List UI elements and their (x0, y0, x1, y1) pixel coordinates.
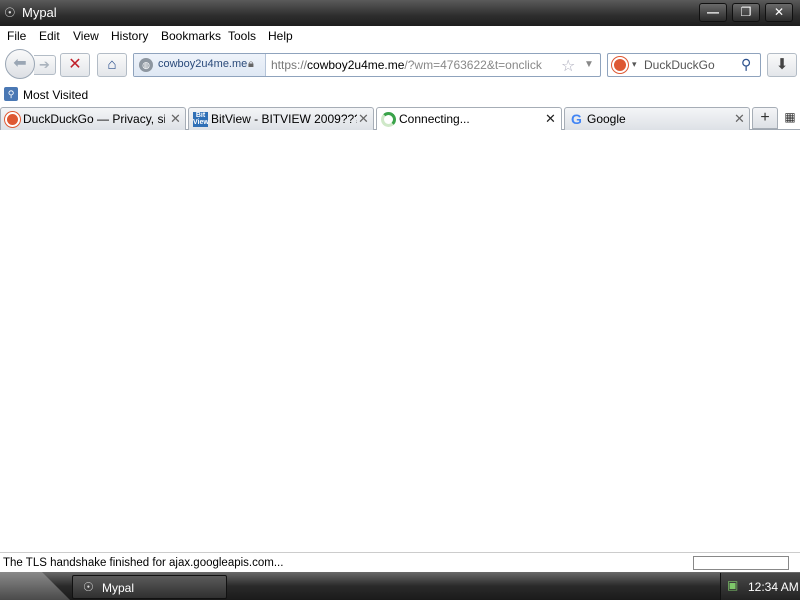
url-scheme: https:// (271, 58, 308, 72)
grid-icon: ▦ (784, 110, 796, 124)
clock[interactable]: 12:34 AM (748, 580, 799, 594)
taskbar-item-mypal[interactable]: ☉ Mypal (72, 575, 227, 599)
globe-icon: ◍ (139, 58, 153, 72)
bookmarks-toolbar: ⚲ Most Visited (0, 84, 800, 105)
search-icon[interactable]: ⚲ (741, 56, 751, 73)
tab-label: BitView - BITVIEW 2009?????? (211, 112, 357, 126)
system-tray: ▣ 12:34 AM (720, 573, 800, 600)
url-path: /?wm=4763622&t=onclick (404, 58, 542, 72)
forward-icon: ➔ (39, 57, 50, 72)
tab-close-icon[interactable]: ✕ (734, 111, 745, 127)
taskbar-item-label: Mypal (102, 581, 135, 595)
new-tab-button[interactable]: + (752, 107, 778, 129)
taskbar: ☉ Mypal ▣ 12:34 AM (0, 572, 800, 600)
stop-icon: ✕ (68, 56, 82, 73)
url-text[interactable]: https://cowboy2u4me.me/?wm=4763622&t=onc… (271, 58, 542, 72)
page-content (0, 130, 800, 552)
tab-label: Google (587, 112, 626, 126)
minimize-button[interactable]: — (699, 3, 727, 22)
window-title: Mypal (22, 5, 57, 20)
mypal-app-icon: ☉ (4, 5, 16, 20)
status-bar: The TLS handshake finished for ajax.goog… (0, 552, 800, 572)
url-host: cowboy2u4me.me (307, 58, 405, 72)
home-icon: ⌂ (107, 56, 117, 73)
site-identity-button[interactable]: ◍ cowboy2u4me.me 🔒︎ (134, 54, 266, 76)
status-text: The TLS handshake finished for ajax.goog… (3, 557, 284, 569)
search-input[interactable]: DuckDuckGo (644, 58, 715, 72)
loading-spinner-icon (381, 112, 396, 127)
close-window-button[interactable]: ✕ (765, 3, 793, 22)
menu-tools[interactable]: Tools (228, 29, 256, 43)
tab-label: Connecting... (399, 112, 470, 126)
tab-close-icon[interactable]: ✕ (545, 111, 556, 127)
tab-close-icon[interactable]: ✕ (358, 111, 369, 127)
menu-view[interactable]: View (73, 29, 99, 43)
network-icon[interactable]: ▣ (727, 578, 741, 592)
forward-button[interactable]: ➔ (34, 55, 56, 75)
mypal-taskbar-icon: ☉ (83, 580, 94, 594)
tab-bitview[interactable]: BitView BitView - BITVIEW 2009?????? ✕ (188, 107, 374, 130)
download-icon: ⬇ (775, 56, 789, 73)
back-button[interactable]: ⬅ (5, 49, 35, 79)
menu-help[interactable]: Help (268, 29, 293, 43)
most-visited-icon: ⚲ (4, 87, 18, 101)
url-bar[interactable]: ◍ cowboy2u4me.me 🔒︎ https://cowboy2u4me.… (133, 53, 601, 77)
tab-connecting[interactable]: Connecting... ✕ (376, 107, 562, 131)
google-favicon-icon: G (571, 111, 582, 127)
bitview-favicon-icon: Bit View (193, 112, 209, 127)
stop-button[interactable]: ✕ (60, 53, 90, 77)
tab-label: DuckDuckGo — Privacy, sim... (23, 112, 165, 126)
menu-history[interactable]: History (111, 29, 148, 43)
duckduckgo-favicon-icon (5, 112, 20, 127)
tab-duckduckgo[interactable]: DuckDuckGo — Privacy, sim... ✕ (0, 107, 186, 130)
plus-icon: + (760, 109, 770, 126)
navigation-toolbar: ➔ ⬅ ✕ ⌂ ◍ cowboy2u4me.me 🔒︎ https://cowb… (0, 46, 800, 84)
duckduckgo-engine-icon[interactable] (612, 57, 628, 73)
engine-dropdown-icon[interactable]: ▾ (632, 59, 637, 70)
bookmark-most-visited[interactable]: Most Visited (23, 88, 88, 102)
bookmark-star-icon[interactable]: ☆ (561, 56, 575, 76)
tab-close-icon[interactable]: ✕ (170, 111, 181, 127)
title-bar: ☉ Mypal — ❐ ✕ (0, 0, 800, 26)
menu-bookmarks[interactable]: Bookmarks (161, 29, 221, 43)
back-icon: ⬅ (13, 55, 27, 72)
menu-edit[interactable]: Edit (39, 29, 60, 43)
maximize-button[interactable]: ❐ (732, 3, 760, 22)
home-button[interactable]: ⌂ (97, 53, 127, 77)
menu-bar: File Edit View History Bookmarks Tools H… (0, 26, 800, 46)
status-progress-meter (693, 556, 789, 570)
downloads-button[interactable]: ⬇ (767, 53, 797, 77)
identity-site-label: cowboy2u4me.me (158, 58, 248, 70)
tab-google[interactable]: G Google ✕ (564, 107, 750, 130)
search-bar[interactable]: ▾ DuckDuckGo ⚲ (607, 53, 761, 77)
lock-icon: 🔒︎ (248, 58, 254, 70)
menu-file[interactable]: File (7, 29, 26, 43)
list-all-tabs-button[interactable]: ▦ (782, 110, 798, 126)
tab-strip: DuckDuckGo — Privacy, sim... ✕ BitView B… (0, 106, 800, 131)
url-history-dropdown-icon[interactable]: ▼ (584, 59, 594, 70)
start-button[interactable] (0, 572, 70, 600)
